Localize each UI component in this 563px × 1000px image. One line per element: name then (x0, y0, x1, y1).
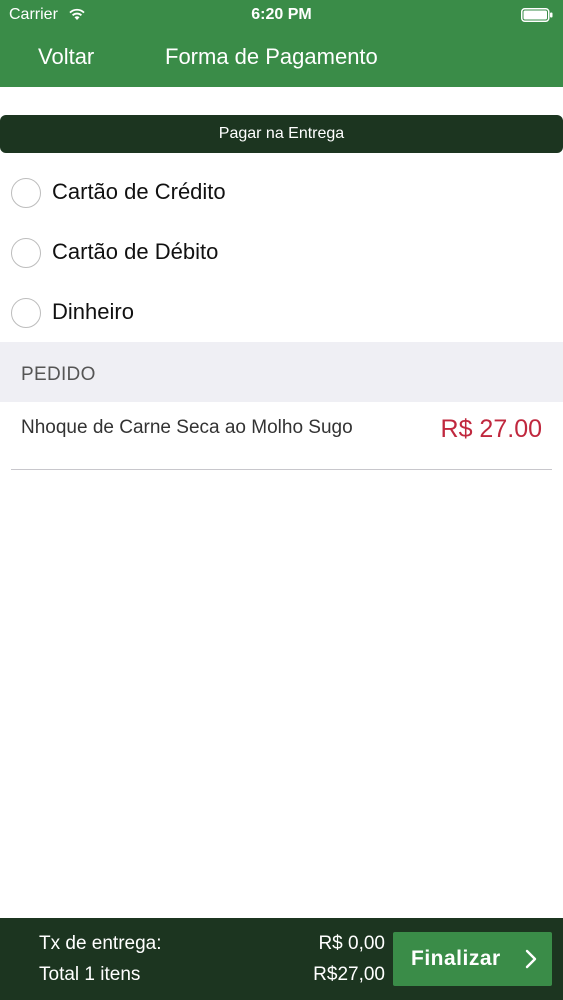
battery-icon (521, 8, 553, 22)
payment-option-label: Cartão de Crédito (52, 179, 226, 204)
order-section-title: PEDIDO (21, 364, 96, 385)
finalize-label: Finalizar (411, 947, 501, 970)
nav-bar: Voltar Forma de Pagamento (0, 30, 563, 87)
payment-option-label: Dinheiro (52, 299, 134, 324)
finalize-button[interactable]: Finalizar (393, 932, 552, 986)
order-item-row: Nhoque de Carne Seca ao Molho Sugo R$ 27… (0, 402, 563, 470)
back-button[interactable]: Voltar (38, 44, 94, 70)
status-bar: Carrier 6:20 PM (0, 0, 563, 30)
radio-icon[interactable] (11, 238, 41, 268)
radio-icon[interactable] (11, 178, 41, 208)
clock: 6:20 PM (251, 6, 312, 23)
payment-option-cash[interactable]: Dinheiro (0, 283, 563, 343)
total-value: R$27,00 (313, 964, 385, 985)
section-title-bar: Pagar na Entrega (0, 115, 563, 153)
payment-options: Cartão de Crédito Cartão de Débito Dinhe… (0, 163, 563, 343)
delivery-fee-label: Tx de entrega: (39, 933, 162, 954)
payment-option-credit-card[interactable]: Cartão de Crédito (0, 163, 563, 223)
delivery-fee-value: R$ 0,00 (318, 933, 385, 954)
order-item-name: Nhoque de Carne Seca ao Molho Sugo (21, 417, 353, 438)
divider (11, 469, 552, 470)
checkout-footer: Tx de entrega: R$ 0,00 Total 1 itens R$2… (0, 918, 563, 1000)
payment-option-label: Cartão de Débito (52, 239, 219, 264)
header: Carrier 6:20 PM Voltar Forma de Pagament… (0, 0, 563, 87)
order-item-price: R$ 27.00 (440, 415, 542, 443)
payment-option-debit-card[interactable]: Cartão de Débito (0, 223, 563, 283)
chevron-right-icon (525, 949, 537, 969)
order-section-header: PEDIDO (0, 342, 563, 402)
radio-icon[interactable] (11, 298, 41, 328)
page-title: Forma de Pagamento (165, 44, 378, 69)
total-label: Total 1 itens (39, 964, 141, 985)
